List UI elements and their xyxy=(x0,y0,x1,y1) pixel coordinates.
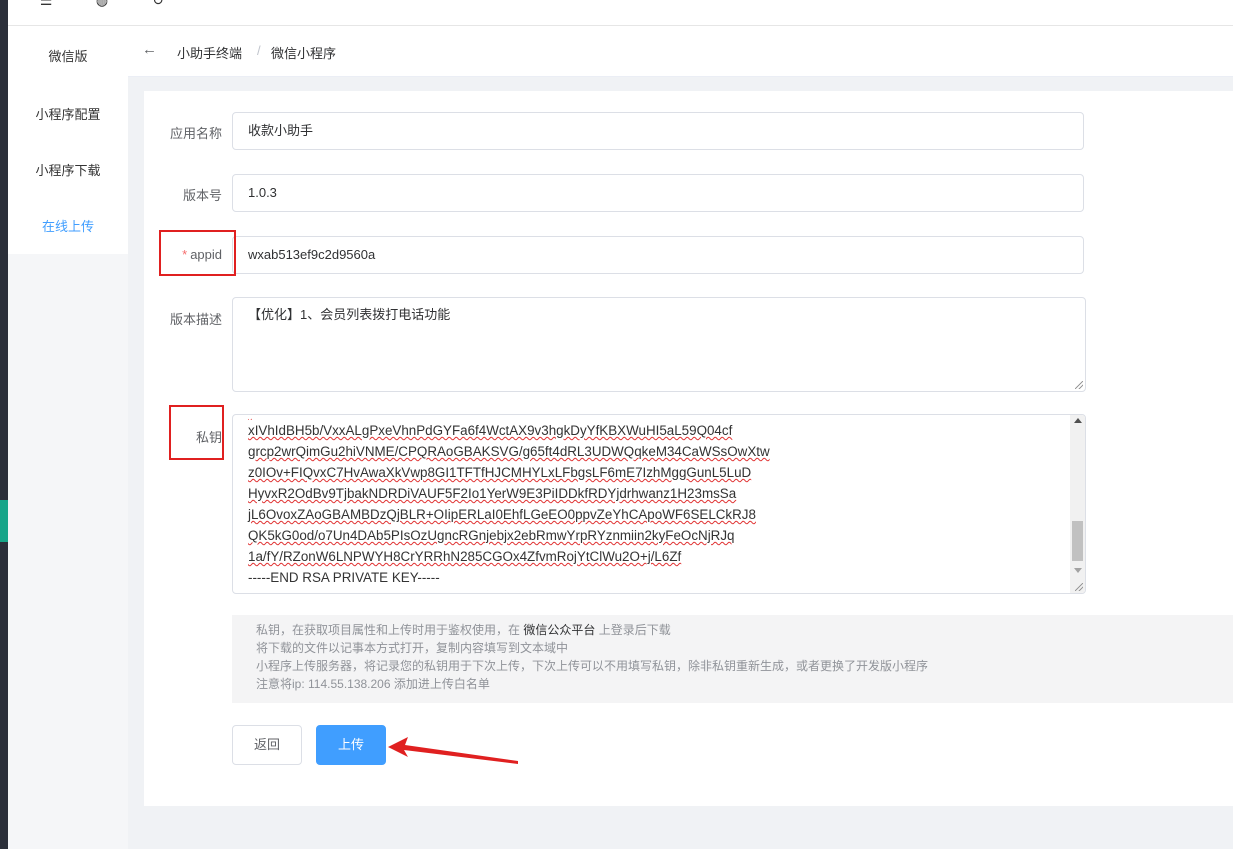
globe-icon[interactable]: ◍ xyxy=(94,0,110,8)
key-line: z0IOv+FIQvxC7HvAwaXkVwp8GI1TFTfHJCMHYLxL… xyxy=(248,465,752,480)
tip-line-3: 小程序上传服务器，将记录您的私钥用于下次上传，下次上传可以不用填写私钥，除非私钥… xyxy=(256,659,929,673)
tip-line-1-prefix: 私钥，在获取项目属性和上传时用于鉴权使用，在 xyxy=(256,623,521,637)
key-line: jL6OvoxZAoGBAMBDzQjBLR+OIipERLaI0EhfLGeE… xyxy=(248,507,756,522)
sidebar-item-online-upload[interactable]: 在线上传 xyxy=(8,216,128,235)
sidebar-item-wechat-version[interactable]: 微信版 xyxy=(8,46,128,65)
scroll-thumb[interactable] xyxy=(1072,521,1083,561)
tip-line-1-suffix: 上登录后下载 xyxy=(598,623,671,637)
key-line: grcp2wrQimGu2hiVNME/CPQRAoGBAKSVG/g65ft4… xyxy=(248,444,770,459)
upload-button[interactable]: 上传 xyxy=(316,725,386,765)
sidebar-background xyxy=(8,254,128,849)
annotation-box-appid xyxy=(159,230,236,276)
description-label: 版本描述 xyxy=(169,312,222,327)
version-input[interactable]: 1.0.3 xyxy=(232,174,1084,212)
breadcrumb-parent[interactable]: 小助手终端 xyxy=(177,43,242,62)
resize-grip-icon[interactable] xyxy=(1075,381,1083,389)
key-scrollbar[interactable] xyxy=(1070,415,1085,593)
sidebar-item-miniprogram-config[interactable]: 小程序配置 xyxy=(8,104,128,123)
key-line: 1a/fY/RZonW6LNPWYH8CrYRRhN285CGOx4ZfvmRo… xyxy=(248,549,682,564)
app-name-label: 应用名称 xyxy=(169,126,222,141)
sidebar-item-miniprogram-download[interactable]: 小程序下载 xyxy=(8,160,128,179)
refresh-icon[interactable]: ↻ xyxy=(150,0,166,8)
version-label: 版本号 xyxy=(182,188,222,203)
back-arrow-icon[interactable]: ← xyxy=(142,41,157,58)
sidebar: 微信版 小程序配置 小程序下载 在线上传 xyxy=(8,26,128,254)
app-name-input[interactable]: 收款小助手 xyxy=(232,112,1084,150)
tip-line-2: 将下载的文件以记事本方式打开，复制内容填写到文本域中 xyxy=(256,641,569,655)
private-key-content: xIVhIdBH5b/VxxALgPxeVhnPdGYFa6f4WctAX9v3… xyxy=(248,415,1068,588)
active-indicator xyxy=(0,500,8,542)
tip-line-4: 注意将ip: 114.55.138.206 添加进上传白名单 xyxy=(256,677,490,691)
private-key-textarea[interactable]: xIVhIdBH5b/VxxALgPxeVhnPdGYFa6f4WctAX9v3… xyxy=(232,414,1086,594)
top-toolbar: ☰ ◍ ↻ xyxy=(8,0,1233,26)
annotation-arrow-icon xyxy=(388,737,518,764)
menu-fold-icon[interactable]: ☰ xyxy=(38,0,54,8)
wechat-platform-link[interactable]: 微信公众平台 xyxy=(523,623,595,637)
key-line: -----END RSA PRIVATE KEY----- xyxy=(248,570,440,585)
appid-input[interactable]: wxab513ef9c2d9560a xyxy=(232,236,1084,274)
back-button[interactable]: 返回 xyxy=(232,725,302,765)
description-textarea[interactable]: 【优化】1、会员列表拨打电话功能 xyxy=(232,297,1086,392)
key-line: QK5kG0od/o7Un4DAb5PIsOzUgncRGnjebjx2ebRm… xyxy=(248,528,735,543)
scroll-down-icon[interactable] xyxy=(1074,568,1082,573)
key-line: xIVhIdBH5b/VxxALgPxeVhnPdGYFa6f4WctAX9v3… xyxy=(248,423,733,438)
description-text: 【优化】1、会员列表拨打电话功能 xyxy=(248,307,451,322)
breadcrumb: ← 小助手终端 / 微信小程序 xyxy=(128,26,1233,77)
left-dark-strip xyxy=(0,0,8,849)
scroll-up-icon[interactable] xyxy=(1074,418,1082,423)
breadcrumb-current: 微信小程序 xyxy=(271,46,337,61)
tip-line-1: 私钥，在获取项目属性和上传时用于鉴权使用，在 微信公众平台 上登录后下载 xyxy=(256,621,1209,639)
annotation-box-private-key xyxy=(169,405,224,460)
breadcrumb-separator: / xyxy=(257,43,261,58)
tip-panel: 私钥，在获取项目属性和上传时用于鉴权使用，在 微信公众平台 上登录后下载 将下载… xyxy=(232,615,1233,703)
resize-grip-icon[interactable] xyxy=(1075,583,1083,591)
key-line: HyvxR2OdBv9TjbakNDRDiVAUF5F2Io1YerW9E3Pi… xyxy=(248,486,737,501)
